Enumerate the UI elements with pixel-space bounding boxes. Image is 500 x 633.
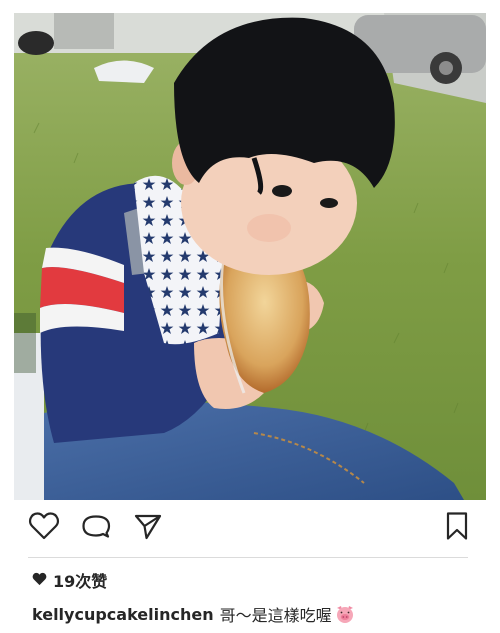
likes-count[interactable]: 19次赞 [32,569,107,591]
heart-outline-icon [28,511,60,545]
post-divider [28,557,468,558]
post-action-bar [14,510,486,550]
bookmark-outline-icon [445,511,469,545]
post-photo[interactable] [14,13,486,500]
save-button[interactable] [439,510,475,546]
pig-face-emoji [335,604,355,624]
caption-username[interactable]: kellycupcakelinchen [32,605,214,624]
comment-bubble-icon [81,511,111,545]
share-button[interactable] [130,510,166,546]
likes-text: 19次赞 [53,572,108,591]
comment-button[interactable] [78,510,114,546]
post-caption: kellycupcakelinchen 哥～是這樣吃喔 [32,602,355,626]
heart-filled-icon [32,571,47,590]
caption-text: 哥～是這樣吃喔 [219,606,332,625]
like-button[interactable] [26,510,62,546]
send-paper-plane-icon [133,511,163,545]
